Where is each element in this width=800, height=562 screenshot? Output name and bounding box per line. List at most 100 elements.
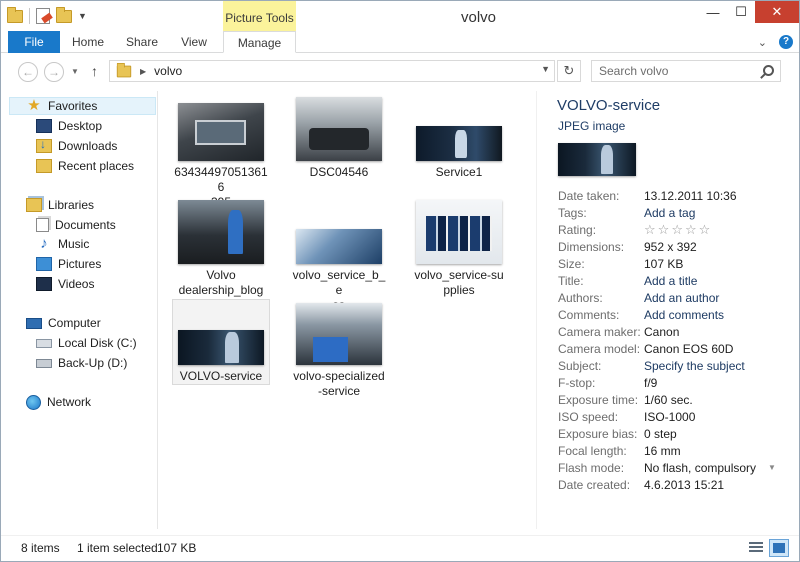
property-row: Tags: Add a tag <box>558 205 696 220</box>
forward-button[interactable]: → <box>44 62 64 82</box>
maximize-button[interactable]: ☐ <box>727 1 755 23</box>
file-tile-selected[interactable]: VOLVO-service <box>172 299 270 385</box>
nav-label: Back-Up (D:) <box>58 356 128 370</box>
file-thumbnail <box>296 229 382 264</box>
nav-backup-drive[interactable]: Back-Up (D:) <box>36 354 127 372</box>
tab-manage[interactable]: Manage <box>223 31 296 53</box>
search-icon[interactable] <box>763 65 774 76</box>
expand-ribbon-icon[interactable]: ⌄ <box>758 36 767 49</box>
computer-icon <box>26 317 42 329</box>
property-row: Comments: Add comments <box>558 307 725 322</box>
file-thumbnail <box>296 303 382 365</box>
nav-libraries[interactable]: Libraries <box>26 196 94 214</box>
star-outline-icon[interactable]: ☆ <box>644 222 656 238</box>
address-folder-icon <box>116 62 132 77</box>
quick-access-toolbar: ▼ <box>7 6 87 24</box>
nav-label: Recent places <box>58 159 135 173</box>
file-tile[interactable]: Volvo dealership_blog <box>173 200 269 298</box>
file-tile[interactable]: DSC04546 <box>291 97 387 180</box>
refresh-button[interactable]: ↻ <box>557 60 581 82</box>
star-outline-icon[interactable]: ☆ <box>699 222 711 238</box>
flash-mode-dropdown-icon[interactable]: ▼ <box>768 463 776 472</box>
breadcrumb-chevron-icon[interactable]: ▶ <box>140 67 146 76</box>
flash-mode-value[interactable]: No flash, compulsory <box>644 461 756 475</box>
ribbon-right-controls: ⌄ ? <box>758 35 793 49</box>
file-tile[interactable]: volvo_service_b_esa <box>291 229 387 313</box>
recent-locations-icon[interactable]: ▼ <box>71 67 79 76</box>
nav-label: Local Disk (C:) <box>58 336 137 350</box>
rating-stars[interactable]: ☆ ☆ ☆ ☆ ☆ <box>644 222 710 238</box>
details-properties: Date taken: 13.12.2011 10:36 Tags: Add a t… <box>558 187 798 493</box>
star-outline-icon[interactable]: ☆ <box>671 222 683 238</box>
tab-share[interactable]: Share <box>117 31 167 53</box>
property-row: Flash mode: No flash, compulsory ▼ <box>558 460 776 475</box>
address-bar[interactable]: ▶ volvo ▼ <box>109 60 555 82</box>
nav-documents[interactable]: Documents <box>36 216 116 234</box>
search-box[interactable] <box>591 60 781 82</box>
properties-icon[interactable] <box>36 8 50 24</box>
tab-view[interactable]: View <box>169 31 219 53</box>
property-row: Exposure bias: 0 step <box>558 426 677 441</box>
star-outline-icon[interactable]: ☆ <box>685 222 697 238</box>
search-input[interactable] <box>599 64 759 78</box>
nav-pictures[interactable]: Pictures <box>36 255 101 273</box>
property-row: Camera model: Canon EOS 60D <box>558 341 734 356</box>
nav-label: Downloads <box>58 139 118 153</box>
nav-label: Documents <box>55 218 116 232</box>
backup-drive-icon <box>36 358 52 368</box>
close-button[interactable]: ✕ <box>755 1 799 23</box>
documents-icon <box>36 218 49 232</box>
minimize-button[interactable]: — <box>699 1 727 23</box>
folder-icon <box>7 6 23 23</box>
nav-local-disk[interactable]: Local Disk (C:) <box>36 334 137 352</box>
file-tile[interactable]: Service1 <box>411 126 507 180</box>
file-thumbnail <box>296 97 382 161</box>
music-icon: ♪ <box>40 235 48 252</box>
nav-label: Pictures <box>58 257 102 271</box>
nav-recent-places[interactable]: Recent places <box>36 157 134 175</box>
libraries-icon <box>26 198 42 212</box>
property-row: Size: 107 KB <box>558 256 684 271</box>
file-tile[interactable]: 634344970513616395 <box>173 103 269 210</box>
up-button[interactable]: ↑ <box>91 63 98 79</box>
nav-downloads[interactable]: Downloads <box>36 137 117 155</box>
property-row: F-stop: f/9 <box>558 375 658 390</box>
file-thumbnail <box>416 200 502 264</box>
file-label: Volvo dealership_blog <box>178 268 264 297</box>
nav-label: Favorites <box>48 99 98 113</box>
file-label: volvo_service-su pplies <box>414 268 504 297</box>
tab-home[interactable]: Home <box>63 31 113 53</box>
property-row: Title: Add a title <box>558 273 698 288</box>
nav-network[interactable]: Network <box>26 393 91 411</box>
property-row: Authors: Add an author <box>558 290 720 305</box>
breadcrumb-volvo[interactable]: volvo <box>154 64 182 78</box>
file-tile[interactable]: volvo_service-su pplies <box>411 200 507 298</box>
nav-label: Videos <box>58 277 95 291</box>
local-disk-icon <box>36 338 52 348</box>
file-label: volvo-specialized -service <box>293 369 385 398</box>
picture-tools-label: Picture Tools <box>223 1 296 31</box>
address-dropdown-icon[interactable]: ▼ <box>541 64 550 74</box>
back-button[interactable]: ← <box>18 62 38 82</box>
large-icons-view-icon[interactable] <box>769 539 789 557</box>
property-row: Date created: 4.6.2013 15:21 <box>558 477 725 492</box>
new-folder-icon[interactable] <box>56 6 72 23</box>
nav-favorites[interactable]: ★ Favorites <box>9 97 156 115</box>
downloads-icon <box>36 137 52 153</box>
help-icon[interactable]: ? <box>779 35 793 49</box>
nav-desktop[interactable]: Desktop <box>36 117 102 135</box>
nav-videos[interactable]: Videos <box>36 275 94 293</box>
nav-music[interactable]: ♪ Music <box>36 235 89 253</box>
status-bar: 8 items 1 item selected 107 KB <box>1 535 799 561</box>
file-tile[interactable]: volvo-specialized -service <box>291 303 387 399</box>
title-bar: ▼ Picture Tools volvo — ☐ ✕ <box>1 1 799 31</box>
star-outline-icon[interactable]: ☆ <box>658 222 670 238</box>
pictures-icon <box>36 257 52 271</box>
property-row: Rating: ☆ ☆ ☆ ☆ ☆ <box>558 221 711 238</box>
details-view-icon[interactable] <box>747 539 765 555</box>
tab-file[interactable]: File <box>8 31 60 53</box>
qat-dropdown-icon[interactable]: ▼ <box>78 11 87 21</box>
property-row: Dimensions: 952 x 392 <box>558 239 697 254</box>
nav-computer[interactable]: Computer <box>26 314 101 332</box>
details-title: VOLVO-service <box>557 97 661 114</box>
